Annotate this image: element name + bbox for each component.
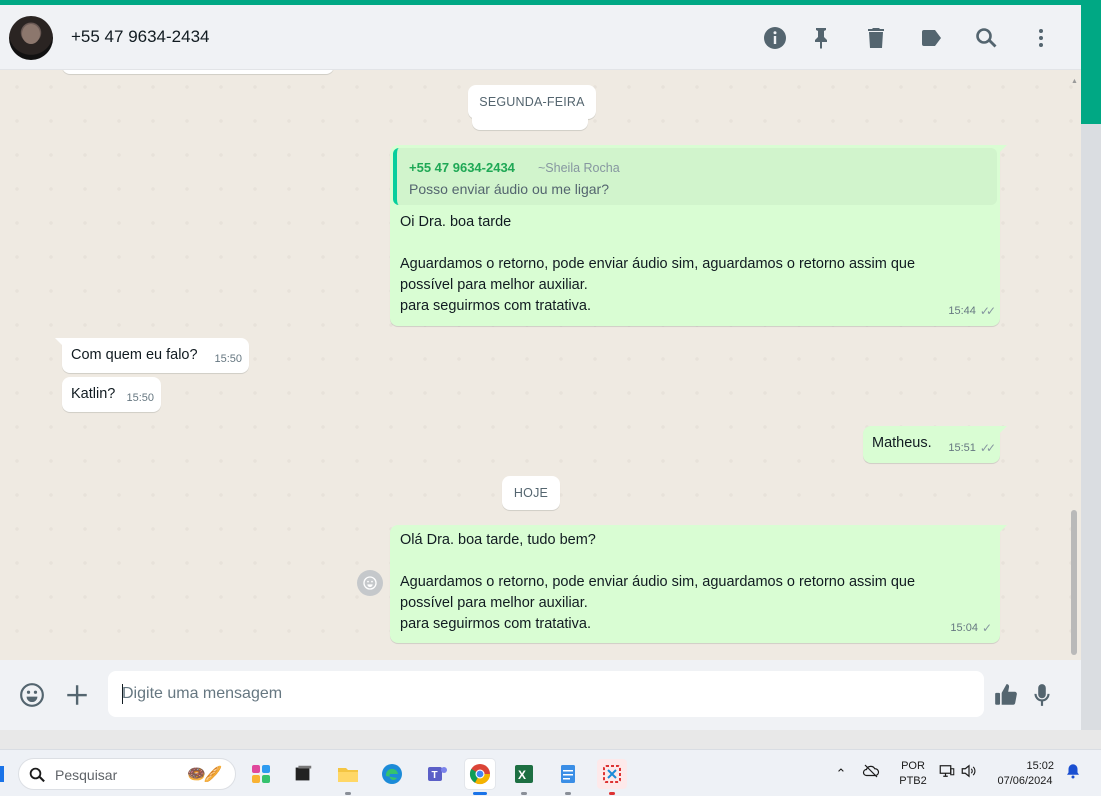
message-text: Katlin? — [71, 386, 116, 402]
taskbar-search-icon — [29, 767, 45, 783]
conversation-header: +55 47 9634-2434 — [0, 5, 1081, 70]
message-bubble-outgoing[interactable]: Olá Dra. boa tarde, tudo bem? Aguardamos… — [390, 525, 1007, 643]
window-bottom-area — [0, 730, 1101, 749]
message-text: para seguirmos com tratativa. — [400, 298, 591, 314]
file-explorer-icon[interactable] — [333, 759, 363, 795]
double-check-icon: ✓✓ — [979, 304, 996, 318]
svg-text:X: X — [518, 768, 526, 782]
message-time: 15:04 — [950, 622, 978, 634]
message-input[interactable] — [108, 671, 984, 717]
attach-plus-icon[interactable] — [62, 680, 92, 710]
excel-icon[interactable]: X — [509, 759, 539, 795]
message-text: possível para melhor auxiliar. — [400, 595, 588, 611]
message-text: possível para melhor auxiliar. — [400, 277, 588, 293]
task-view-icon[interactable] — [288, 759, 318, 789]
search-icon[interactable] — [973, 25, 999, 51]
system-tray: ⌃ POR PTB2 15:02 07/06/2024 — [832, 750, 1082, 796]
message-time: 15:50 — [126, 392, 154, 404]
thumbs-up-icon[interactable] — [991, 680, 1021, 710]
message-bubble-incoming[interactable]: Katlin? 15:50 — [62, 377, 161, 412]
message-list[interactable]: SEGUNDA-FEIRA +55 47 9634-2434 ~Sheila R… — [0, 70, 1081, 660]
whatsapp-window: +55 47 9634-2434 SEGUNDA-FEIRA +55 47 96… — [0, 5, 1081, 730]
message-meta: 15:04 ✓ — [950, 618, 992, 639]
clock-time: 15:02 — [1026, 759, 1054, 772]
taskbar-search-label: Pesquisar — [55, 767, 118, 783]
message-text: Aguardamos o retorno, pode enviar áudio … — [400, 574, 916, 590]
react-emoji-icon[interactable] — [357, 570, 383, 596]
notepad-icon[interactable] — [553, 759, 583, 795]
single-check-icon: ✓ — [981, 621, 992, 635]
message-bubble-outgoing[interactable]: +55 47 9634-2434 ~Sheila Rocha Posso env… — [390, 145, 1007, 326]
scroll-up-arrow[interactable]: ▲ — [1071, 78, 1078, 85]
quoted-push-name: ~Sheila Rocha — [538, 161, 620, 175]
message-meta: 15:51 ✓✓ — [948, 438, 996, 459]
message-bubble-incoming[interactable]: Com quem eu falo? 15:50 — [55, 338, 249, 373]
label-icon[interactable] — [918, 25, 944, 51]
svg-text:T: T — [432, 770, 438, 781]
menu-icon[interactable] — [1028, 25, 1054, 51]
message-text: para seguirmos com tratativa. — [400, 616, 591, 632]
windows-taskbar: Pesquisar 🍩🥖 T X ⌃ POR PTB2 15:02 07/06/… — [0, 749, 1101, 796]
emoji-icon[interactable] — [17, 680, 47, 710]
quoted-author: +55 47 9634-2434 — [409, 160, 515, 175]
previous-message-edge — [62, 70, 334, 74]
message-text: Aguardamos o retorno, pode enviar áudio … — [400, 256, 916, 272]
chat-scrollbar[interactable] — [1071, 510, 1077, 655]
volume-icon[interactable] — [960, 762, 978, 785]
microphone-icon[interactable] — [1027, 680, 1057, 710]
notification-bell-icon[interactable] — [1064, 762, 1082, 785]
message-text: Oi Dra. boa tarde — [400, 214, 512, 230]
taskbar-search[interactable]: Pesquisar 🍩🥖 — [18, 758, 236, 790]
message-meta: 15:50 — [214, 349, 242, 370]
copilot-icon[interactable] — [246, 759, 276, 789]
clock[interactable]: 15:02 07/06/2024 — [992, 759, 1058, 789]
info-icon[interactable] — [762, 25, 788, 51]
quoted-text: Posso enviar áudio ou me ligar? — [409, 181, 610, 197]
quoted-message[interactable]: +55 47 9634-2434 ~Sheila Rocha Posso env… — [393, 148, 997, 205]
text-caret — [122, 684, 123, 704]
contact-avatar[interactable] — [9, 16, 53, 60]
message-meta: 15:50 — [126, 388, 154, 409]
teams-icon[interactable]: T — [422, 759, 452, 789]
date-separator-shadow — [472, 116, 588, 130]
message-time: 15:44 — [948, 305, 976, 317]
double-check-icon: ✓✓ — [979, 441, 996, 455]
edge-icon[interactable] — [377, 759, 407, 789]
message-text: Matheus. — [872, 435, 932, 451]
onedrive-icon[interactable] — [862, 762, 882, 785]
message-text: Com quem eu falo? — [71, 347, 198, 363]
date-separator: HOJE — [502, 476, 560, 510]
message-text: Olá Dra. boa tarde, tudo bem? — [400, 532, 596, 548]
message-composer — [0, 660, 1081, 730]
contact-name[interactable]: +55 47 9634-2434 — [71, 27, 210, 47]
message-bubble-outgoing[interactable]: Matheus. 15:51 ✓✓ — [863, 426, 1007, 463]
delete-icon[interactable] — [863, 25, 889, 51]
show-hidden-icons-icon[interactable]: ⌃ — [832, 766, 850, 782]
right-background-strip — [1081, 124, 1101, 749]
start-button-icon[interactable] — [0, 766, 4, 782]
right-accent-strip — [1081, 5, 1101, 124]
message-time: 15:50 — [214, 353, 242, 365]
snipping-tool-icon[interactable] — [597, 759, 627, 795]
network-icon[interactable] — [938, 762, 956, 785]
date-separator: SEGUNDA-FEIRA — [468, 85, 596, 119]
message-meta: 15:44 ✓✓ — [948, 301, 996, 322]
pin-icon[interactable] — [808, 25, 834, 51]
language-indicator[interactable]: POR PTB2 — [896, 759, 930, 789]
clock-date: 07/06/2024 — [997, 774, 1053, 787]
chrome-icon[interactable] — [465, 759, 495, 795]
message-time: 15:51 — [948, 442, 976, 454]
search-highlight-icon: 🍩🥖 — [187, 766, 222, 783]
